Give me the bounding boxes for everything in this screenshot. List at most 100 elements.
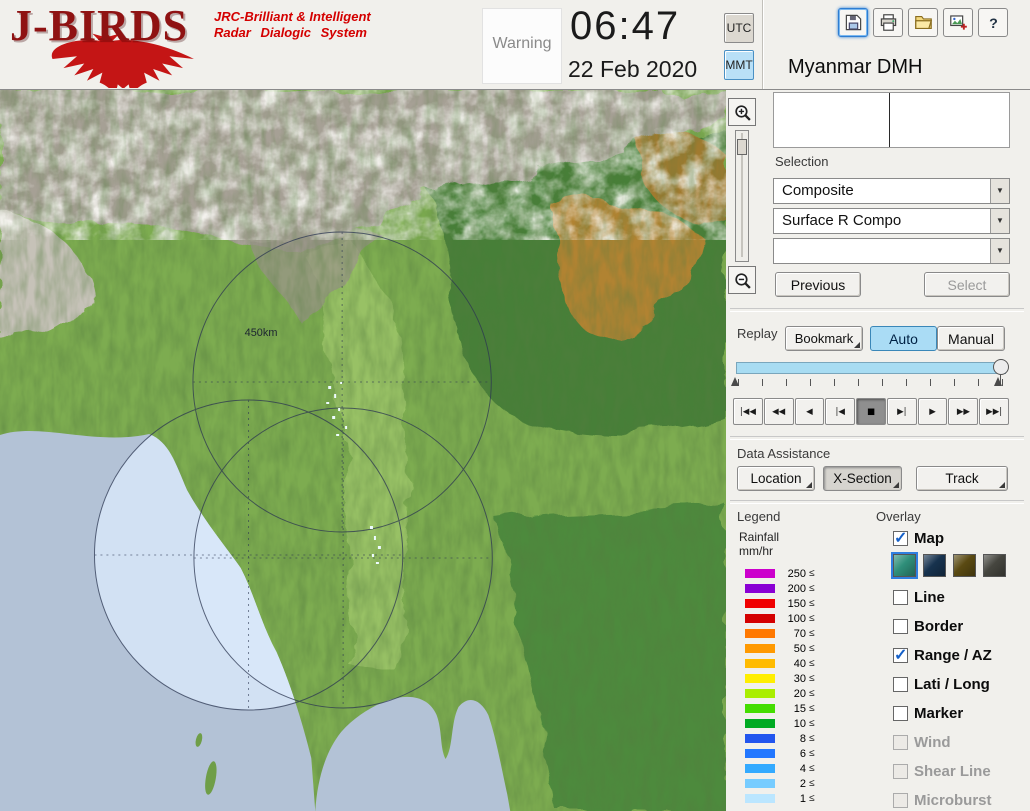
overlay-item-border[interactable]: Border — [893, 615, 963, 637]
fast-forward-button[interactable]: ▶▶ — [948, 398, 979, 425]
radar-map-canvas[interactable]: 450km — [0, 90, 726, 811]
timeline-ticks — [738, 379, 1004, 386]
product-category-dropdown[interactable]: Composite ▼ — [773, 178, 1010, 204]
step-forward-button[interactable]: ▶| — [886, 398, 917, 425]
legend-row: 15 ≤ — [739, 701, 815, 716]
bookmark-button[interactable]: Bookmark — [785, 326, 863, 351]
play-backward-button[interactable]: ◀ — [794, 398, 825, 425]
legend-color-swatch — [745, 584, 775, 593]
chevron-down-icon[interactable]: ▼ — [990, 179, 1009, 203]
legend-color-swatch — [745, 704, 775, 713]
chevron-down-icon[interactable]: ▼ — [990, 209, 1009, 233]
legend-row: 50 ≤ — [739, 641, 815, 656]
checkbox[interactable] — [893, 645, 908, 665]
legend-color-swatch — [745, 674, 775, 683]
warning-label: Warning — [492, 35, 552, 52]
help-icon: ? — [989, 16, 998, 32]
logo-subtitle-line2: Radar Dialogic System — [214, 25, 367, 40]
zoom-in-button[interactable] — [728, 98, 756, 126]
select-button[interactable]: Select — [924, 272, 1010, 297]
checkbox[interactable] — [893, 705, 908, 721]
open-folder-icon — [914, 15, 932, 30]
clock-time: 06:47 — [570, 4, 681, 48]
legend-row: 150 ≤ — [739, 596, 815, 611]
manual-mode-button[interactable]: Manual — [937, 326, 1005, 351]
status-box-divider — [889, 93, 891, 147]
separator — [730, 500, 1024, 504]
legend-row: 40 ≤ — [739, 656, 815, 671]
checkbox — [893, 763, 908, 779]
legend-color-swatch — [745, 659, 775, 668]
overlay-section-label: Overlay — [876, 509, 921, 524]
replay-timeline-slider[interactable] — [736, 359, 1009, 386]
selection-section-label: Selection — [775, 154, 829, 169]
checkbox[interactable] — [893, 589, 908, 605]
legend-color-swatch — [745, 719, 775, 728]
play-button[interactable]: ▶ — [917, 398, 948, 425]
chevron-down-icon[interactable]: ▼ — [990, 239, 1009, 263]
add-image-icon — [949, 15, 967, 30]
playback-controls: |◀◀ ◀◀ ◀ |◀ ■ ▶| ▶ ▶▶ ▶▶| — [733, 398, 1010, 425]
stop-button[interactable]: ■ — [856, 398, 886, 425]
overlay-item-lati-long[interactable]: Lati / Long — [893, 673, 990, 695]
checkbox[interactable] — [893, 676, 908, 692]
step-back-button[interactable]: |◀ — [825, 398, 856, 425]
dropdown-value: Surface R Compo — [782, 212, 902, 229]
map-style-swatch[interactable] — [953, 554, 976, 577]
zoom-out-button[interactable] — [728, 266, 756, 294]
radar-map-view[interactable]: 450km — [0, 90, 727, 811]
x-section-button[interactable]: X-Section — [823, 466, 902, 491]
add-image-button[interactable] — [943, 8, 973, 37]
timeline-thumb[interactable] — [993, 359, 1009, 386]
timezone-utc-button[interactable]: UTC — [724, 13, 754, 43]
separator — [730, 308, 1024, 312]
overlay-item-range-az[interactable]: Range / AZ — [893, 644, 992, 666]
legend-color-swatch — [745, 569, 775, 578]
status-display-box — [773, 92, 1010, 148]
legend-unit-line2: mm/hr — [739, 544, 773, 558]
overlay-item-map[interactable]: Map — [893, 527, 944, 549]
save-button[interactable] — [838, 8, 868, 37]
skip-to-end-button[interactable]: ▶▶| — [979, 398, 1010, 425]
checkbox[interactable] — [893, 618, 908, 634]
legend-color-swatch — [745, 644, 775, 653]
legend-color-swatch — [745, 794, 775, 803]
skip-to-start-button[interactable]: |◀◀ — [733, 398, 763, 425]
dropdown-value: Composite — [782, 182, 854, 199]
open-folder-button[interactable] — [908, 8, 938, 37]
product-type-dropdown[interactable]: Surface R Compo ▼ — [773, 208, 1010, 234]
legend-color-swatch — [745, 749, 775, 758]
product-option-dropdown[interactable]: ▼ — [773, 238, 1010, 264]
location-button[interactable]: Location — [737, 466, 815, 491]
map-style-swatch[interactable] — [891, 552, 918, 579]
print-button[interactable] — [873, 8, 903, 37]
zoom-controls — [728, 98, 756, 294]
legend-color-swatch — [745, 614, 775, 623]
previous-button[interactable]: Previous — [775, 272, 861, 297]
app-logo-title: J-BIRDS — [10, 1, 189, 50]
auto-mode-button[interactable]: Auto — [870, 326, 937, 351]
checkbox[interactable] — [893, 528, 908, 548]
overlay-item-line[interactable]: Line — [893, 586, 945, 608]
legend-row: 250 ≤ — [739, 566, 815, 581]
checkbox — [893, 792, 908, 808]
help-button[interactable]: ? — [978, 8, 1008, 37]
station-name: Myanmar DMH — [788, 56, 923, 78]
timeline-end-marker[interactable] — [994, 377, 1002, 386]
legend-row: 2 ≤ — [739, 776, 815, 791]
timezone-mmt-button[interactable]: MMT — [724, 50, 754, 80]
track-button[interactable]: Track — [916, 466, 1008, 491]
timeline-start-marker[interactable] — [731, 377, 739, 386]
map-style-swatch[interactable] — [923, 554, 946, 577]
legend-row: 30 ≤ — [739, 671, 815, 686]
map-style-swatch[interactable] — [983, 554, 1006, 577]
legend-row: 6 ≤ — [739, 746, 815, 761]
zoom-slider-thumb[interactable] — [737, 139, 747, 155]
fast-rewind-button[interactable]: ◀◀ — [763, 398, 794, 425]
warning-status-box: Warning — [482, 8, 562, 84]
legend-row: 10 ≤ — [739, 716, 815, 731]
zoom-slider[interactable] — [735, 130, 749, 262]
save-icon — [845, 14, 861, 31]
legend-color-swatch — [745, 734, 775, 743]
overlay-item-marker[interactable]: Marker — [893, 702, 963, 724]
